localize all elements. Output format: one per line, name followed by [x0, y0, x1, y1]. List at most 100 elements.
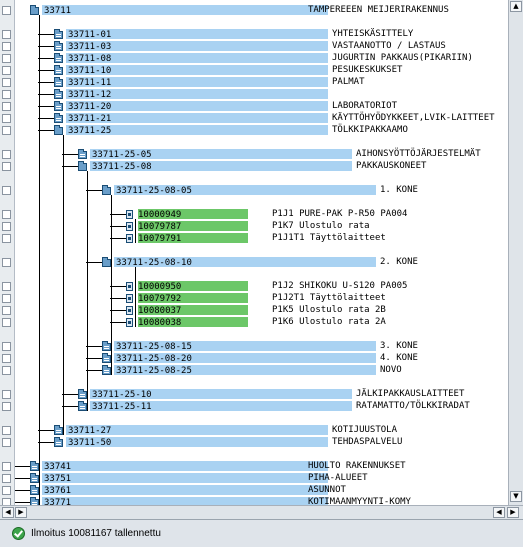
folder-closed-icon[interactable]: [102, 352, 111, 363]
tree-node[interactable]: 33741: [30, 460, 71, 472]
node-id[interactable]: 33711-25-10: [92, 390, 152, 400]
tree-node[interactable]: 33711-01: [54, 28, 111, 40]
tree-node[interactable]: 33711-25-08: [78, 160, 152, 172]
folder-open-icon[interactable]: [78, 160, 87, 171]
row-select-checkbox[interactable]: [2, 234, 11, 243]
node-id[interactable]: 33711-08: [68, 54, 111, 64]
tree-node[interactable]: 33711-25-05: [78, 148, 152, 160]
row-select-checkbox[interactable]: [2, 306, 11, 315]
folder-closed-icon[interactable]: [78, 388, 87, 399]
node-id[interactable]: 33711-25-08-25: [116, 366, 192, 376]
tree-node[interactable]: 33751: [30, 472, 71, 484]
equipment-number[interactable]: 10080038: [138, 318, 181, 328]
folder-closed-icon[interactable]: [30, 472, 39, 483]
node-id[interactable]: 33711-10: [68, 66, 111, 76]
row-select-checkbox[interactable]: [2, 66, 11, 75]
scroll-down-button[interactable]: ▼: [510, 491, 522, 502]
node-id[interactable]: 33711-01: [68, 30, 111, 40]
row-select-checkbox[interactable]: [2, 186, 11, 195]
row-select-checkbox[interactable]: [2, 426, 11, 435]
node-id[interactable]: 33711-25-08: [92, 162, 152, 172]
row-select-checkbox[interactable]: [2, 318, 11, 327]
node-id[interactable]: 33711: [44, 6, 71, 16]
row-select-checkbox[interactable]: [2, 102, 11, 111]
tree-node[interactable]: 33711-50: [54, 436, 111, 448]
equipment-number[interactable]: 10079792: [138, 294, 181, 304]
row-select-checkbox[interactable]: [2, 294, 11, 303]
folder-closed-icon[interactable]: [78, 148, 87, 159]
row-select-checkbox[interactable]: [2, 258, 11, 267]
horizontal-scrollbar[interactable]: ◀ ▶ ◀ ▶: [0, 505, 523, 519]
row-select-checkbox[interactable]: [2, 6, 11, 15]
equipment-icon[interactable]: [126, 306, 133, 315]
node-id[interactable]: 33711-25-08-20: [116, 354, 192, 364]
equipment-number[interactable]: 10000950: [138, 282, 181, 292]
vertical-scrollbar[interactable]: ▲ ▼: [508, 0, 523, 505]
tree-node[interactable]: 33711: [30, 4, 71, 16]
row-select-checkbox[interactable]: [2, 54, 11, 63]
folder-closed-icon[interactable]: [30, 460, 39, 471]
row-select-checkbox[interactable]: [2, 462, 11, 471]
folder-closed-icon[interactable]: [30, 484, 39, 495]
scroll-right-end-button[interactable]: ▶: [507, 507, 519, 518]
equipment-icon[interactable]: [126, 222, 133, 231]
equipment-number[interactable]: 10080037: [138, 306, 181, 316]
node-id[interactable]: 33711-03: [68, 42, 111, 52]
node-id[interactable]: 33711-11: [68, 78, 111, 88]
row-select-checkbox[interactable]: [2, 114, 11, 123]
tree-node[interactable]: 33711-25-08-10: [102, 256, 192, 268]
tree-node[interactable]: 33711-25-11: [78, 400, 152, 412]
tree-node[interactable]: 33711-20: [54, 100, 111, 112]
node-id[interactable]: 33711-21: [68, 114, 111, 124]
row-select-checkbox[interactable]: [2, 30, 11, 39]
equipment-icon[interactable]: [126, 318, 133, 327]
folder-open-icon[interactable]: [102, 184, 111, 195]
tree-node[interactable]: 33711-25-08-15: [102, 340, 192, 352]
folder-open-icon[interactable]: [54, 124, 63, 135]
scroll-up-button[interactable]: ▲: [510, 1, 522, 12]
row-select-checkbox[interactable]: [2, 90, 11, 99]
node-id[interactable]: 33751: [44, 474, 71, 484]
row-select-checkbox[interactable]: [2, 282, 11, 291]
tree-node[interactable]: 33761: [30, 484, 71, 496]
row-select-checkbox[interactable]: [2, 342, 11, 351]
scroll-right-button[interactable]: ▶: [15, 507, 27, 518]
node-id[interactable]: 33711-25-08-15: [116, 342, 192, 352]
folder-open-icon[interactable]: [102, 256, 111, 267]
node-id[interactable]: 33711-25-05: [92, 150, 152, 160]
equipment-number[interactable]: 10079787: [138, 222, 181, 232]
row-select-checkbox[interactable]: [2, 438, 11, 447]
node-id[interactable]: 33711-27: [68, 426, 111, 436]
row-select-checkbox[interactable]: [2, 366, 11, 375]
tree-node[interactable]: 33711-25-08-05: [102, 184, 192, 196]
node-id[interactable]: 33711-25-08-10: [116, 258, 192, 268]
tree-node[interactable]: 33711-21: [54, 112, 111, 124]
tree-node[interactable]: 33711-25-10: [78, 388, 152, 400]
row-select-checkbox[interactable]: [2, 354, 11, 363]
tree-node[interactable]: 33711-11: [54, 76, 111, 88]
equipment-icon[interactable]: [126, 210, 133, 219]
equipment-number[interactable]: 10000949: [138, 210, 181, 220]
row-select-checkbox[interactable]: [2, 42, 11, 51]
node-id[interactable]: 33711-20: [68, 102, 111, 112]
node-id[interactable]: 33711-25-08-05: [116, 186, 192, 196]
folder-closed-icon[interactable]: [54, 52, 63, 63]
folder-closed-icon[interactable]: [102, 340, 111, 351]
scroll-left-end-button[interactable]: ◀: [493, 507, 505, 518]
equipment-icon[interactable]: [126, 234, 133, 243]
node-id[interactable]: 33711-25: [68, 126, 111, 136]
row-select-checkbox[interactable]: [2, 474, 11, 483]
folder-closed-icon[interactable]: [54, 112, 63, 123]
folder-closed-icon[interactable]: [54, 436, 63, 447]
row-select-checkbox[interactable]: [2, 390, 11, 399]
tree-node[interactable]: 33711-25-08-25: [102, 364, 192, 376]
scroll-left-button[interactable]: ◀: [2, 507, 14, 518]
row-select-checkbox[interactable]: [2, 486, 11, 495]
folder-closed-icon[interactable]: [102, 364, 111, 375]
equipment-number[interactable]: 10079791: [138, 234, 181, 244]
equipment-icon[interactable]: [126, 294, 133, 303]
node-id[interactable]: 33711-12: [68, 90, 111, 100]
tree-node[interactable]: 33711-03: [54, 40, 111, 52]
folder-closed-icon[interactable]: [54, 100, 63, 111]
node-id[interactable]: 33711-25-11: [92, 402, 152, 412]
